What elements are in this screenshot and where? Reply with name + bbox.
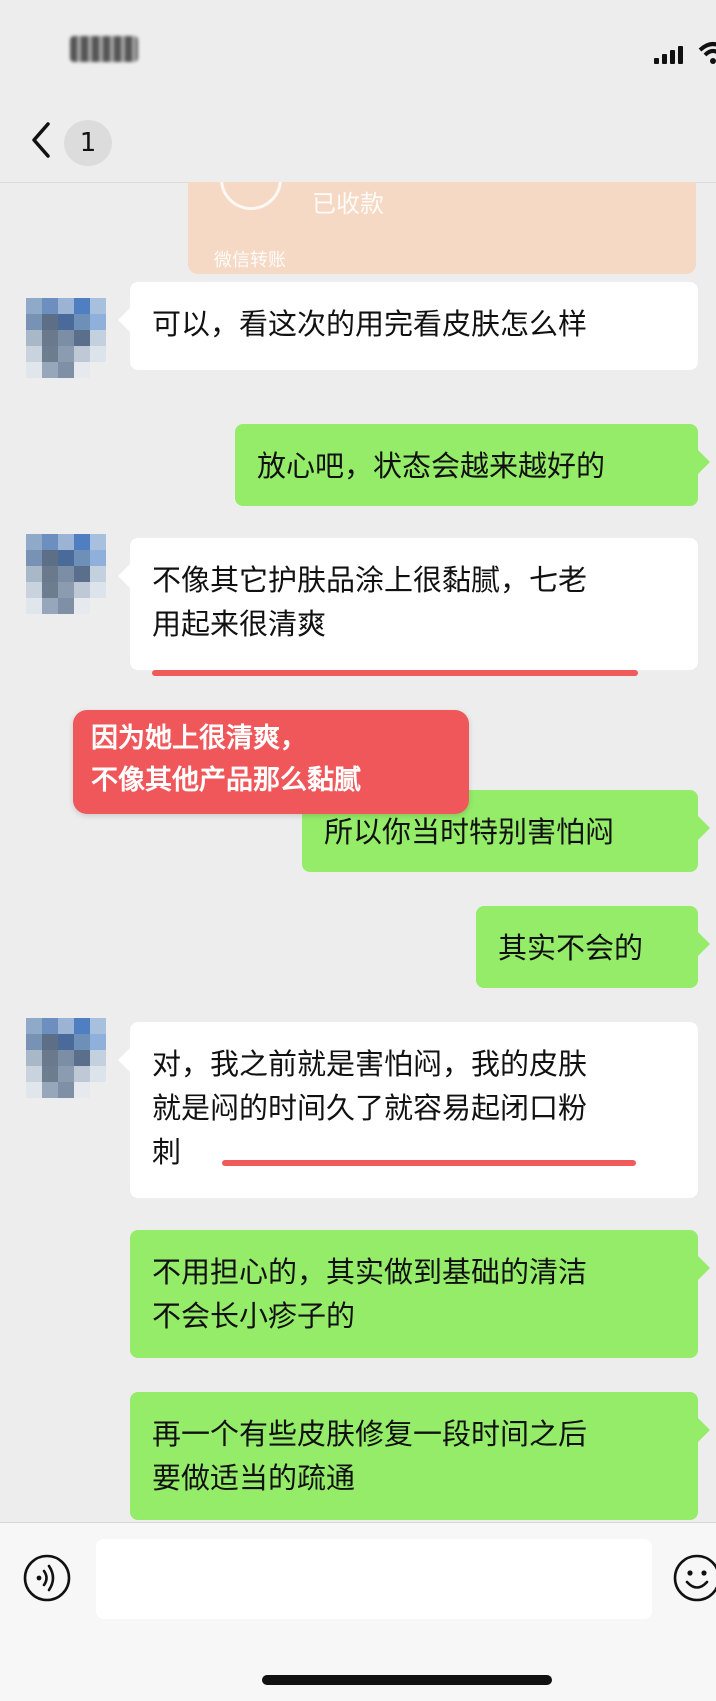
message-bubble-incoming[interactable]: 可以，看这次的用完看皮肤怎么样: [118, 282, 698, 370]
home-indicator: [262, 1675, 552, 1685]
emoji-icon[interactable]: [672, 1553, 716, 1603]
annotation-line: 不像其他产品那么黏腻: [91, 765, 361, 796]
highlight-underline: [152, 670, 638, 676]
chat-input-bar: [0, 1522, 716, 1701]
annotation-callout: 因为她上很清爽， 不像其他产品那么黏腻: [73, 710, 469, 814]
message-text-line: 不会长小疹子的: [152, 1299, 356, 1333]
back-button[interactable]: [22, 118, 62, 162]
message-text-line: 就是闷的时间久了就容易起闭口粉: [152, 1091, 588, 1125]
signal-icon: [654, 44, 690, 64]
message-bubble-outgoing[interactable]: 其实不会的: [476, 906, 710, 988]
annotation-line: 因为她上很清爽，: [91, 723, 307, 754]
message-text-line: 再一个有些皮肤修复一段时间之后: [152, 1417, 588, 1451]
contact-avatar[interactable]: [26, 298, 106, 378]
message-bubble-outgoing[interactable]: 再一个有些皮肤修复一段时间之后 要做适当的疏通: [130, 1392, 710, 1520]
message-bubble-outgoing[interactable]: 放心吧，状态会越来越好的: [235, 424, 710, 506]
message-text-line: 要做适当的疏通: [152, 1461, 356, 1495]
voice-input-icon[interactable]: [22, 1553, 72, 1603]
message-text: 可以，看这次的用完看皮肤怎么样: [152, 307, 588, 341]
contact-avatar[interactable]: [26, 1018, 106, 1098]
chat-title-blurred: [150, 122, 690, 164]
message-text-line: 不像其它护肤品涂上很黏腻，七老: [152, 563, 588, 597]
message-input[interactable]: [96, 1539, 652, 1619]
message-text-line: 刺: [152, 1135, 182, 1169]
message-bubble-incoming[interactable]: 不像其它护肤品涂上很黏腻，七老 用起来很清爽: [118, 538, 698, 670]
unread-count-badge: 1: [64, 120, 112, 166]
chat-message-list[interactable]: 可以，看这次的用完看皮肤怎么样 放心吧，状态会越来越好的 不像其它护肤品涂上很黏…: [0, 182, 716, 1522]
highlight-underline: [222, 1160, 636, 1166]
message-bubble-incoming[interactable]: 对，我之前就是害怕闷，我的皮肤 就是闷的时间久了就容易起闭口粉 刺: [118, 1022, 698, 1198]
chat-header: 1: [0, 100, 716, 183]
message-text-line: 不用担心的，其实做到基础的清洁: [152, 1255, 588, 1289]
message-text-line: 对，我之前就是害怕闷，我的皮肤: [152, 1047, 588, 1081]
wifi-icon: [698, 42, 716, 64]
message-text: 所以你当时特别害怕闷: [324, 815, 615, 849]
status-time-blurred: [70, 36, 138, 62]
message-bubble-outgoing[interactable]: 不用担心的，其实做到基础的清洁 不会长小疹子的: [130, 1230, 710, 1358]
message-text: 其实不会的: [498, 931, 644, 965]
message-text-line: 用起来很清爽: [152, 607, 327, 641]
status-bar: [0, 0, 716, 100]
chevron-left-icon: [32, 122, 50, 158]
message-text: 放心吧，状态会越来越好的: [257, 449, 606, 483]
contact-avatar[interactable]: [26, 534, 106, 614]
